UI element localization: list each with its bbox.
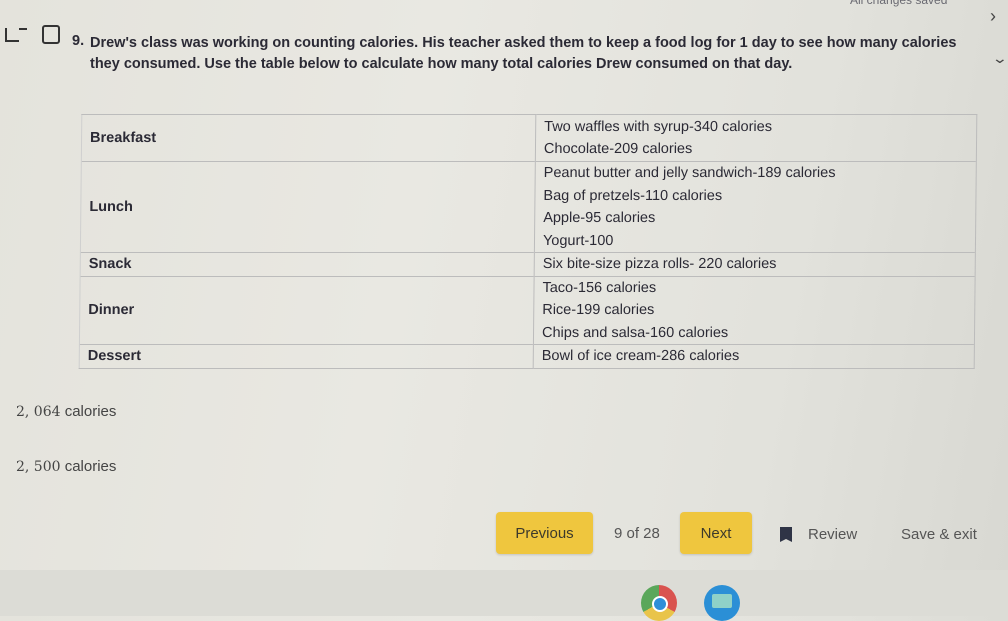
next-button[interactable]: Next (680, 512, 752, 554)
table-row: Snack Six bite-size pizza rolls- 220 cal… (80, 252, 976, 276)
food-item: Yogurt-100 (542, 232, 614, 249)
table-row: Dessert Bowl of ice cream-286 calories (79, 344, 975, 368)
food-item: Bowl of ice cream-286 calories (541, 348, 740, 364)
meal-label: Dessert (79, 344, 534, 368)
option-unit: calories (64, 458, 117, 475)
chevron-right-icon[interactable]: › (990, 6, 996, 27)
previous-button[interactable]: Previous (496, 512, 593, 554)
meal-label: Lunch (80, 161, 536, 253)
page-indicator: 9 of 28 (614, 525, 660, 542)
food-item: Two waffles with syrup-340 calories (544, 118, 773, 135)
bookmark-icon (780, 527, 792, 542)
meal-items: Taco-156 calories Rice-199 calories Chip… (533, 276, 976, 345)
answer-option-2[interactable]: 2, 500 calories (16, 458, 116, 475)
meal-items: Six bite-size pizza rolls- 220 calories (534, 252, 976, 276)
meal-label: Snack (80, 252, 535, 276)
question-text: Drew's class was working on counting cal… (90, 35, 957, 72)
food-item: Peanut butter and jelly sandwich-189 cal… (543, 165, 836, 181)
meal-items: Two waffles with syrup-340 calories Choc… (535, 114, 977, 162)
food-item: Taco-156 calories (542, 279, 657, 296)
option-value: 2, 500 (16, 459, 61, 475)
option-unit: calories (64, 403, 117, 420)
food-item: Chips and salsa-160 calories (541, 324, 729, 341)
save-status: All changes saved (850, 0, 948, 7)
review-button[interactable]: Review (780, 526, 857, 543)
food-item: Bag of pretzels-110 calories (543, 187, 723, 204)
taskbar-shelf (0, 570, 1008, 616)
notes-icon[interactable] (42, 25, 60, 44)
chevron-down-icon[interactable]: ⌄ (992, 50, 1008, 67)
food-item: Chocolate-209 calories (543, 141, 693, 157)
flag-question-icon[interactable] (5, 28, 27, 42)
table-row: Lunch Peanut butter and jelly sandwich-1… (80, 161, 977, 253)
answer-option-1[interactable]: 2, 064 calories (16, 403, 116, 420)
meal-items: Bowl of ice cream-286 calories (533, 344, 975, 368)
food-item: Rice-199 calories (542, 302, 655, 318)
food-log-table: Breakfast Two waffles with syrup-340 cal… (79, 114, 978, 369)
table-row: Breakfast Two waffles with syrup-340 cal… (81, 114, 977, 162)
food-item: Apple-95 calories (543, 210, 656, 226)
save-exit-button[interactable]: Save & exit (901, 526, 977, 543)
option-value: 2, 064 (16, 404, 61, 420)
meal-items: Peanut butter and jelly sandwich-189 cal… (534, 161, 977, 253)
meal-label: Breakfast (81, 114, 536, 162)
question-number: 9. (72, 33, 85, 49)
meal-label: Dinner (79, 276, 535, 345)
table-row: Dinner Taco-156 calories Rice-199 calori… (79, 276, 976, 345)
review-label: Review (808, 526, 858, 543)
food-item: Six bite-size pizza rolls- 220 calories (542, 256, 777, 272)
